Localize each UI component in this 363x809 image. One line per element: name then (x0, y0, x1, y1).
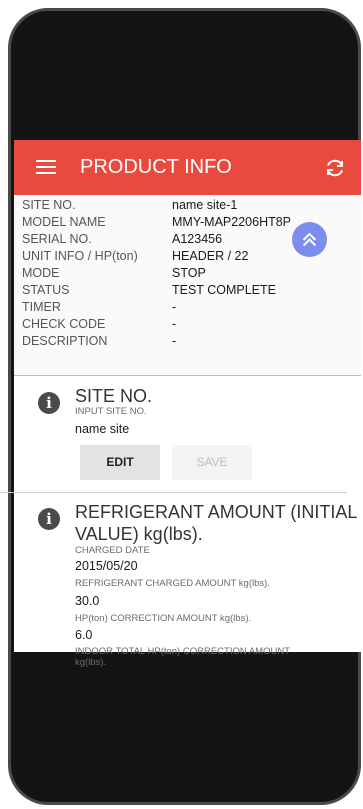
input-site-no-label: INPUT SITE NO. (75, 406, 147, 417)
app-bar: PRODUCT INFO (14, 140, 361, 195)
indoor-correction-label: INDOOR TOTAL HP(ton) CORRECTION AMOUNT (75, 646, 291, 657)
scroll-up-button[interactable] (292, 222, 327, 257)
save-button[interactable]: SAVE (172, 445, 252, 480)
info-key: SITE NO. (22, 198, 76, 212)
info-value: MMY-MAP2206HT8P (172, 215, 292, 229)
info-value: A123456 (172, 232, 223, 246)
hamburger-menu-icon[interactable] (36, 160, 56, 174)
info-value: name site-1 (172, 198, 238, 212)
page-title: PRODUCT INFO (80, 156, 232, 178)
info-value: - (172, 317, 177, 331)
charged-amount-value: 30.0 (75, 594, 100, 608)
info-key: UNIT INFO / HP(ton) (22, 249, 138, 263)
refresh-icon[interactable] (323, 156, 347, 180)
indoor-correction-label-line2: kg(lbs). (75, 657, 107, 668)
info-key: MODEL NAME (22, 215, 106, 229)
info-key: SERIAL NO. (22, 232, 92, 246)
refrigerant-title-line2: VALUE) kg(lbs). (75, 524, 203, 544)
info-value: STOP (172, 266, 206, 280)
info-key: CHECK CODE (22, 317, 106, 331)
divider (0, 492, 347, 493)
site-no-value[interactable]: name site (75, 422, 129, 437)
charged-date-label: CHARGED DATE (75, 545, 150, 556)
info-key: DESCRIPTION (22, 334, 108, 348)
info-value: - (172, 334, 177, 348)
info-key: STATUS (22, 283, 70, 297)
info-value: TEST COMPLETE (172, 283, 276, 297)
charged-amount-label: REFRIGERANT CHARGED AMOUNT kg(lbs). (75, 578, 270, 589)
hp-correction-value: 6.0 (75, 628, 93, 642)
app-screen: PRODUCT INFO SITE NO. name site-1 MODEL N… (14, 140, 361, 652)
refrigerant-title: REFRIGERANT AMOUNT (INITIAL (75, 502, 358, 522)
site-no-title: SITE NO. (75, 386, 153, 406)
hp-correction-label: HP(ton) CORRECTION AMOUNT kg(lbs). (75, 613, 252, 624)
info-icon: i (38, 508, 60, 530)
info-key: MODE (22, 266, 60, 280)
info-value: - (172, 300, 177, 314)
info-key: TIMER (22, 300, 61, 314)
charged-date-value: 2015/05/20 (75, 559, 138, 573)
edit-button[interactable]: EDIT (80, 445, 160, 480)
info-icon: i (38, 392, 60, 414)
info-value: HEADER / 22 (172, 249, 249, 263)
